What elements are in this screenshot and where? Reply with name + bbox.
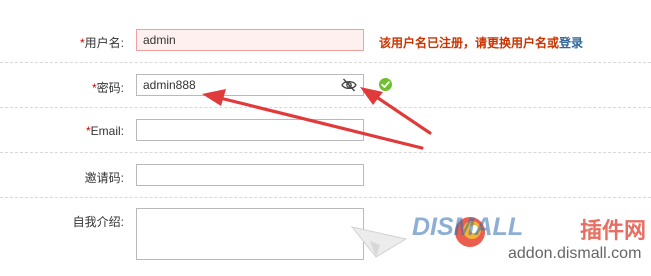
password-row: *密码:: [0, 73, 651, 103]
email-label: *Email:: [86, 124, 124, 138]
username-row: *用户名: 该用户名已注册，请更换用户名或登录: [0, 28, 651, 58]
username-error-text: 该用户名已注册，请更换用户名或: [379, 36, 560, 50]
password-input[interactable]: [136, 74, 364, 96]
email-input[interactable]: [136, 119, 364, 141]
watermark-logo-text: DISMALL: [412, 213, 524, 241]
bio-textarea[interactable]: [136, 208, 364, 260]
email-label-text: Email:: [90, 124, 124, 138]
login-link[interactable]: 登录: [559, 36, 583, 50]
email-row: *Email:: [0, 118, 651, 148]
watermark: DISMALL 插件网 addon.dismall.com: [350, 205, 650, 275]
eye-slash-icon[interactable]: [341, 78, 357, 92]
divider: [0, 197, 651, 198]
username-label-text: 用户名:: [84, 36, 124, 50]
invite-code-input[interactable]: [136, 164, 364, 186]
username-input[interactable]: [136, 29, 364, 51]
password-label: *密码:: [92, 79, 124, 96]
check-circle-icon: [379, 78, 392, 91]
divider: [0, 62, 651, 63]
divider: [0, 152, 651, 153]
invite-label-text: 邀请码:: [84, 171, 124, 185]
username-label: *用户名:: [80, 34, 124, 51]
invite-row: 邀请码:: [0, 163, 651, 193]
bio-label: 自我介绍:: [73, 213, 124, 230]
watermark-url-text: addon.dismall.com: [508, 245, 642, 262]
username-error-message: 该用户名已注册，请更换用户名或登录: [379, 34, 583, 51]
paper-plane-icon: [350, 226, 408, 258]
watermark-title-text: 插件网: [580, 218, 647, 243]
invite-label: 邀请码:: [85, 169, 124, 186]
password-label-text: 密码:: [96, 81, 124, 95]
bio-label-text: 自我介绍:: [72, 215, 124, 229]
divider: [0, 107, 651, 108]
